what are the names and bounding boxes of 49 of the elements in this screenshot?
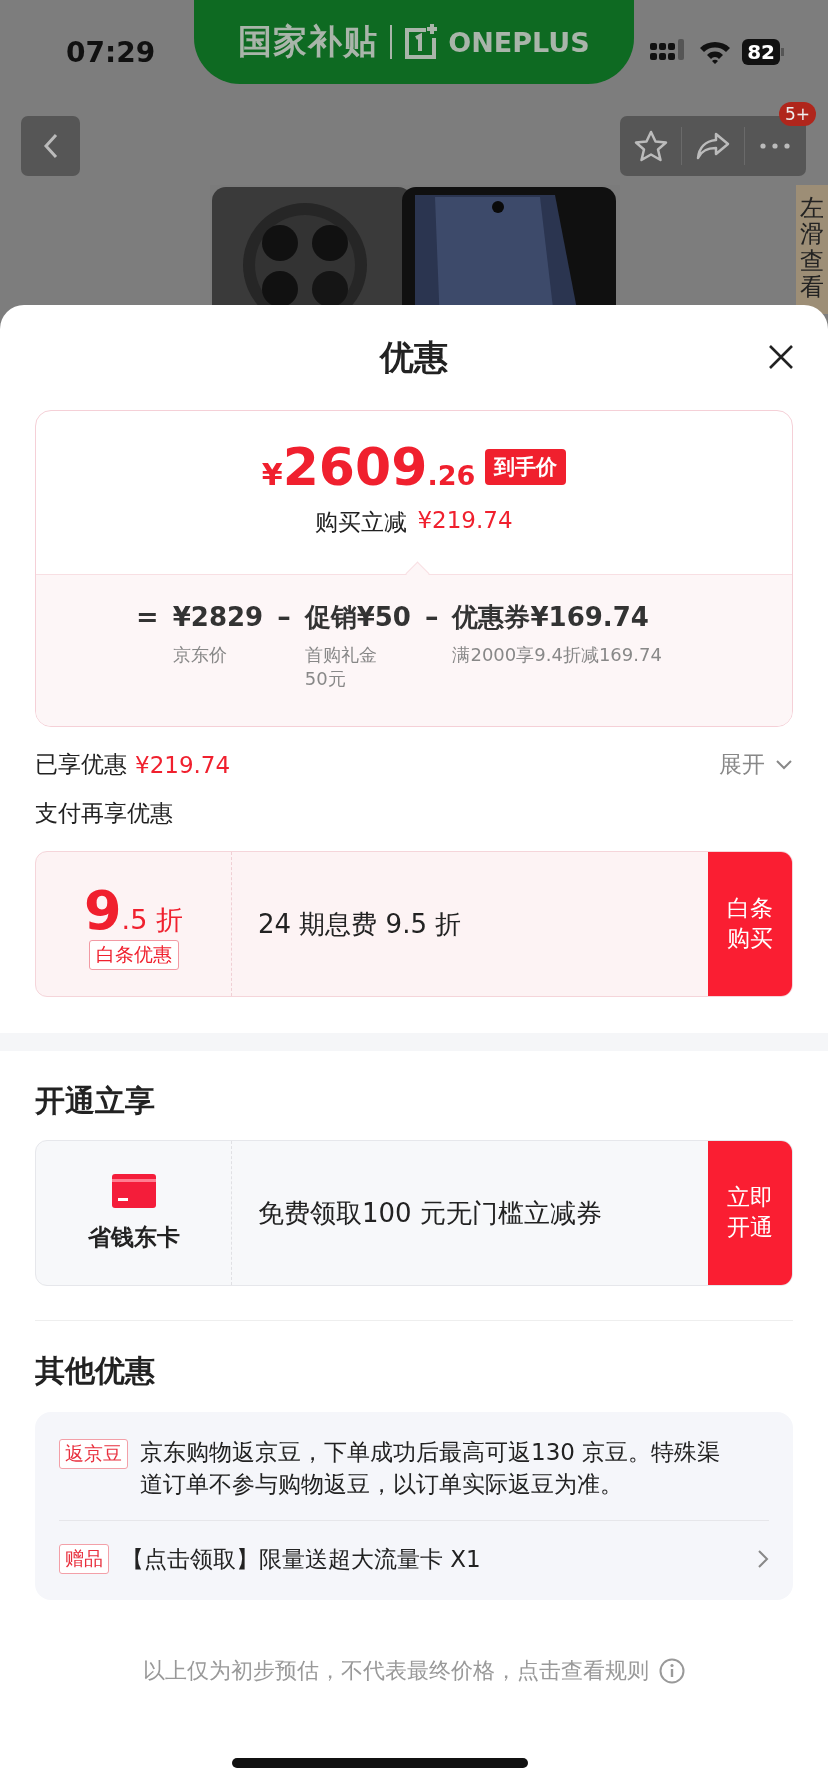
offer-text[interactable]: 【点击领取】限量送超大流量卡 X1 (121, 1543, 745, 1576)
swipe-hint: 左滑查看 (796, 185, 828, 314)
brand-logo-icon (404, 24, 439, 60)
chevron-right-icon (757, 1549, 769, 1570)
offer-tag: 返京豆 (59, 1439, 128, 1469)
offer-text: 京东购物返京豆，下单成功后最高可返130 京豆。特殊渠道订单不参与购物返豆，以订单实际返豆为准。 (140, 1438, 722, 1500)
expand-button[interactable]: 展开 (719, 749, 793, 780)
section-title: 其他优惠 (35, 1352, 156, 1390)
section-title: 支付再享优惠 (35, 799, 174, 828)
saving-amount: ¥219.74 (417, 507, 513, 535)
offer-tag: 赠品 (59, 1544, 109, 1575)
offer-text: 免费领取100 元无门槛立减券 (257, 1196, 603, 1230)
applied-amount: ¥219.74 (135, 751, 231, 778)
status-time: 07:29 (66, 35, 156, 69)
footnote-link[interactable]: 以上仅为初步预估，不代表最终价格，点击查看规则 (143, 1655, 649, 1686)
formula-operator: = (136, 600, 159, 634)
notification-badge: 5+ (778, 102, 816, 126)
chevron-icon (775, 758, 793, 771)
offer-tag: 白条优惠 (88, 939, 179, 970)
star-icon (633, 130, 668, 162)
formula-value: 优惠券¥169.74 (452, 601, 650, 634)
more-icon (760, 143, 791, 149)
share-icon (695, 131, 731, 161)
discount-value: 9.5 折 (84, 878, 183, 942)
applied-label: 已享优惠 (35, 750, 127, 779)
offer-text: 24 期息费 9.5 折 (257, 907, 463, 941)
sheet-title: 优惠 (380, 335, 448, 379)
card-icon (111, 1173, 156, 1208)
wifi-icon (698, 39, 733, 65)
formula-note: 满2000享9.4折减169.74 (452, 643, 662, 667)
back-button[interactable] (21, 116, 80, 176)
info-icon (659, 1657, 685, 1684)
formula-operator: – (424, 600, 439, 634)
card-name: 省钱东卡 (87, 1222, 180, 1252)
banner-title: 国家补贴 (238, 20, 379, 63)
final-price: ¥2609.26 (261, 437, 476, 497)
formula-value: 促销¥50 (304, 601, 411, 634)
activate-button[interactable]: 立即开通 (708, 1141, 792, 1285)
formula-note: 京东价 (172, 643, 228, 667)
formula-note: 首购礼金50元 (304, 643, 378, 692)
formula-value: ¥2829 (172, 601, 264, 634)
back-icon (42, 132, 59, 160)
formula-operator: – (277, 600, 291, 634)
close-icon (768, 344, 794, 370)
brand-name: ONEPLUS (448, 26, 590, 58)
saving-label: 购买立减 (315, 508, 408, 537)
buy-button[interactable]: 白条购买 (708, 852, 792, 996)
section-title: 开通立享 (35, 1082, 156, 1120)
price-tag: 到手价 (485, 449, 567, 485)
